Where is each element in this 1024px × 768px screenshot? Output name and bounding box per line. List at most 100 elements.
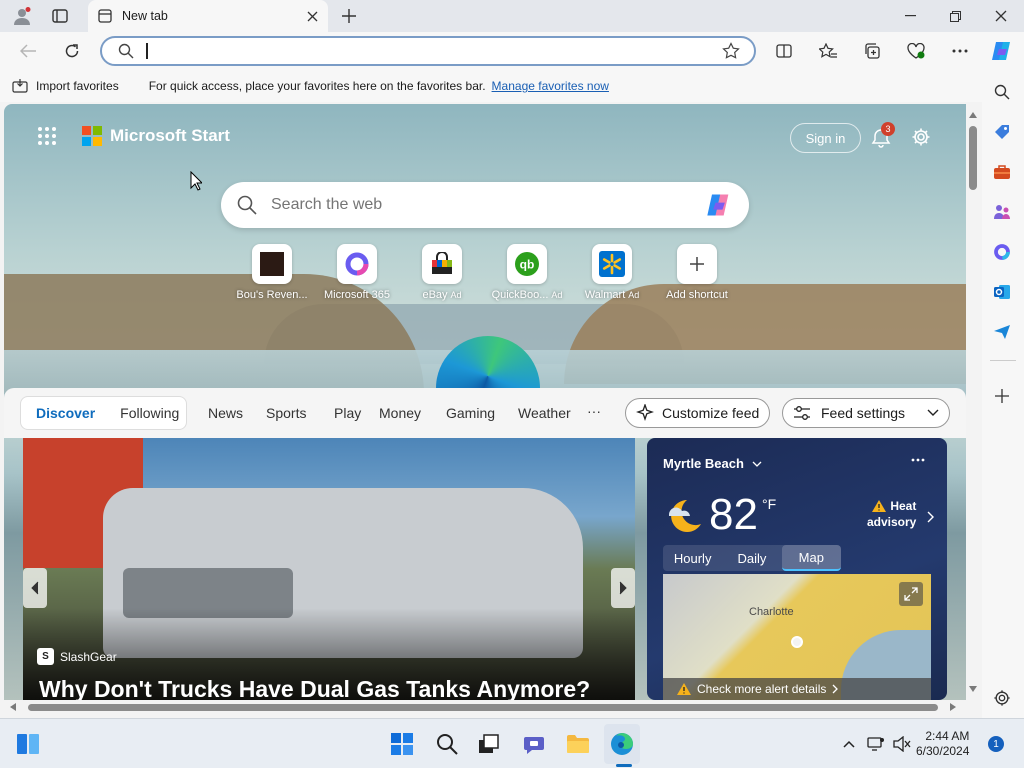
edge-browser-icon[interactable] <box>607 729 637 759</box>
sign-in-button[interactable]: Sign in <box>790 123 861 153</box>
search-icon <box>237 195 257 215</box>
shopping-tag-icon[interactable] <box>990 120 1014 144</box>
collections-icon[interactable] <box>860 39 884 63</box>
taskbar-search-icon[interactable] <box>432 729 462 759</box>
web-search-box[interactable] <box>221 182 749 228</box>
games-people-icon[interactable] <box>990 200 1014 224</box>
tab-actions-icon[interactable] <box>48 5 72 27</box>
tab-map[interactable]: Map <box>781 545 841 571</box>
split-screen-icon[interactable] <box>772 39 796 63</box>
more-options-icon[interactable] <box>948 39 972 63</box>
add-sidebar-app-icon[interactable] <box>990 384 1014 408</box>
app-launcher-icon[interactable] <box>38 127 56 145</box>
teams-chat-icon[interactable] <box>519 729 549 759</box>
new-tab-button[interactable] <box>337 5 361 27</box>
weather-map[interactable]: Charlotte Check more alert details <box>663 574 931 700</box>
vertical-scrollbar[interactable] <box>966 104 980 700</box>
weather-view-tabs: Hourly Daily Map <box>663 545 841 571</box>
copilot-icon[interactable] <box>988 37 1016 65</box>
walmart-spark-icon <box>592 244 632 284</box>
carousel-prev-button[interactable] <box>23 568 47 608</box>
chevron-down-icon <box>927 409 939 417</box>
clock-date: 6/30/2024 <box>916 744 970 758</box>
weather-location-name: Myrtle Beach <box>663 456 744 471</box>
tab-money[interactable]: Money <box>379 405 421 421</box>
favorites-icon[interactable] <box>816 39 840 63</box>
shortcut-ebay[interactable]: eBay Ad <box>399 244 485 301</box>
notification-center-badge[interactable]: 1 <box>988 736 1004 752</box>
shortcut-walmart[interactable]: Walmart Ad <box>569 244 655 301</box>
chevron-right-icon[interactable] <box>927 511 934 523</box>
expand-map-icon[interactable] <box>899 582 923 606</box>
refresh-button[interactable] <box>60 39 84 63</box>
widgets-icon[interactable] <box>13 729 43 759</box>
manage-favorites-link[interactable]: Manage favorites now <box>492 79 609 93</box>
system-clock[interactable]: 2:44 AM 6/30/2024 <box>916 729 969 759</box>
text-cursor <box>146 43 148 59</box>
tab-gaming[interactable]: Gaming <box>446 405 495 421</box>
file-explorer-icon[interactable] <box>563 729 593 759</box>
article-headline[interactable]: Why Don't Trucks Have Dual Gas Tanks Any… <box>39 676 590 700</box>
start-button-windows-icon[interactable] <box>387 729 417 759</box>
import-favorites-button[interactable]: Import favorites <box>36 79 119 93</box>
brand-title[interactable]: Microsoft Start <box>110 126 230 146</box>
hero-article-card[interactable]: S SlashGear Why Don't Trucks Have Dual G… <box>23 438 635 700</box>
drop-send-icon[interactable] <box>990 320 1014 344</box>
tab-new-tab[interactable]: New tab <box>88 0 328 32</box>
profile-icon[interactable] <box>10 5 34 27</box>
tab-sports[interactable]: Sports <box>266 405 306 421</box>
map-city-label: Charlotte <box>749 606 794 618</box>
tools-briefcase-icon[interactable] <box>990 160 1014 184</box>
volume-muted-icon[interactable] <box>892 735 912 753</box>
copilot-icon[interactable] <box>705 191 733 219</box>
shortcut-microsoft-365[interactable]: Microsoft 365 <box>314 244 400 301</box>
sidebar-search-icon[interactable] <box>990 80 1014 104</box>
tab-following[interactable]: Following <box>120 405 179 421</box>
carousel-next-button[interactable] <box>611 568 635 608</box>
weather-more-icon[interactable] <box>911 458 925 462</box>
feed-settings-button[interactable]: Feed settings <box>782 398 951 428</box>
close-tab-icon[interactable] <box>307 11 318 22</box>
tab-play[interactable]: Play <box>334 405 361 421</box>
favorites-bar: Import favorites For quick access, place… <box>0 70 1024 102</box>
tab-news[interactable]: News <box>208 405 243 421</box>
quickbooks-icon: qb <box>507 244 547 284</box>
weather-unit: °F <box>762 496 777 512</box>
minimize-button[interactable] <box>896 4 924 28</box>
settings-gear-icon[interactable] <box>911 127 931 147</box>
tab-weather[interactable]: Weather <box>518 405 571 421</box>
feed-navigation: Discover Following News Sports Play Mone… <box>4 388 966 438</box>
tab-daily[interactable]: Daily <box>722 545 781 571</box>
back-button[interactable] <box>16 39 40 63</box>
microsoft-365-icon[interactable] <box>990 240 1014 264</box>
browser-essentials-icon[interactable] <box>904 39 928 63</box>
address-bar[interactable] <box>100 36 756 66</box>
close-window-button[interactable] <box>987 4 1015 28</box>
bous-revenue-favicon-icon <box>252 244 292 284</box>
sidebar-settings-gear-icon[interactable] <box>990 686 1014 710</box>
heat-advisory[interactable]: Heat advisory <box>867 498 916 530</box>
tab-discover[interactable]: Discover <box>36 405 95 421</box>
horizontal-scroll-thumb[interactable] <box>28 704 938 711</box>
alert-details-link[interactable]: Check more alert details <box>663 678 931 700</box>
microsoft-logo-icon <box>82 126 102 146</box>
ad-label: Ad <box>551 290 563 300</box>
network-icon[interactable] <box>866 735 886 753</box>
restore-button[interactable] <box>941 4 969 28</box>
tab-hourly[interactable]: Hourly <box>663 545 722 571</box>
taskbar: 2:44 AM 6/30/2024 1 <box>0 718 1024 768</box>
task-view-icon[interactable] <box>474 729 504 759</box>
customize-feed-button[interactable]: Customize feed <box>625 398 771 428</box>
shortcut-bous-revenue[interactable]: Bou's Reven... <box>229 244 315 301</box>
address-input[interactable] <box>148 42 708 62</box>
outlook-icon[interactable] <box>990 280 1014 304</box>
shortcut-quickbooks[interactable]: qb QuickBoo... Ad <box>484 244 570 301</box>
chevron-right-icon <box>832 684 839 694</box>
add-favorite-star-icon[interactable] <box>722 42 740 60</box>
shortcut-add[interactable]: Add shortcut <box>654 244 740 301</box>
more-tabs-button[interactable]: ··· <box>587 403 601 419</box>
vertical-scroll-thumb[interactable] <box>969 126 977 190</box>
web-search-input[interactable] <box>271 196 691 214</box>
weather-location[interactable]: Myrtle Beach <box>663 456 762 471</box>
show-hidden-icons-chevron-up-icon[interactable] <box>840 735 858 753</box>
